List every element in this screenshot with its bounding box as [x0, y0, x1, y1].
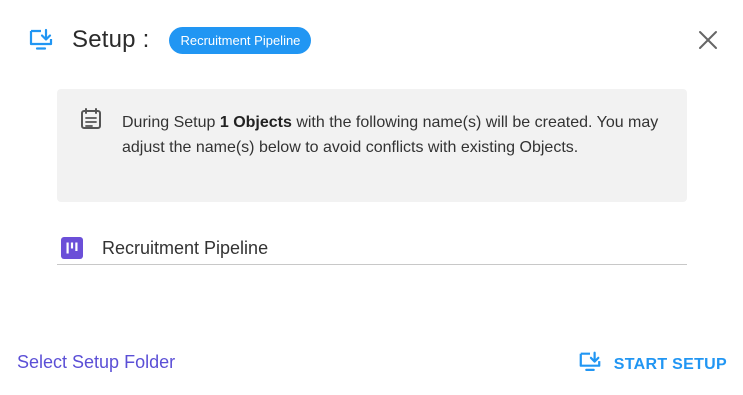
select-setup-folder-link[interactable]: Select Setup Folder	[17, 352, 175, 373]
board-icon	[61, 237, 83, 259]
start-setup-label: START SETUP	[613, 355, 727, 373]
list-icon	[79, 107, 103, 131]
dialog-header: Setup : Recruitment Pipeline	[28, 22, 723, 58]
object-count: 1 Objects	[219, 114, 292, 131]
info-message: During Setup 1 Objects with the followin…	[122, 110, 662, 160]
setup-download-icon	[28, 27, 54, 53]
object-name-input[interactable]	[102, 235, 662, 261]
info-panel: During Setup 1 Objects with the followin…	[57, 89, 687, 202]
dialog-title: Setup :	[72, 26, 150, 53]
close-icon	[699, 31, 717, 49]
setup-download-icon	[578, 350, 602, 379]
object-name-row	[57, 232, 687, 265]
info-prefix: During Setup	[122, 114, 220, 131]
setup-dialog: Setup : Recruitment Pipeline During Setu…	[0, 0, 743, 395]
template-badge: Recruitment Pipeline	[169, 26, 312, 54]
close-button[interactable]	[697, 29, 719, 51]
start-setup-button[interactable]: START SETUP	[578, 350, 727, 379]
